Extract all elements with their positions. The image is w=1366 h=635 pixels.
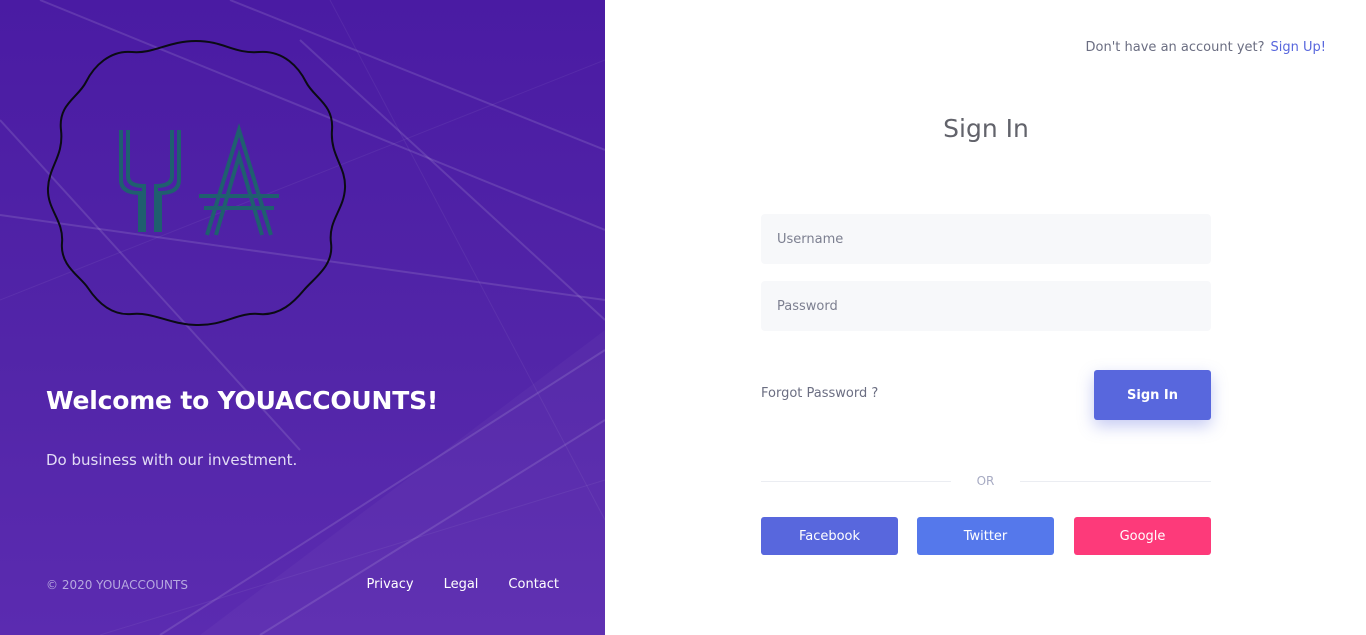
- tagline: Do business with our investment.: [46, 451, 298, 469]
- username-input[interactable]: [761, 214, 1211, 264]
- google-button[interactable]: Google: [1074, 517, 1211, 555]
- signup-prompt: Don't have an account yet? Sign Up!: [1086, 40, 1326, 55]
- signup-link[interactable]: Sign Up!: [1271, 40, 1326, 55]
- divider-line-right: [1020, 481, 1211, 482]
- logo-badge-outline: [46, 39, 347, 327]
- or-divider-label: OR: [976, 474, 995, 488]
- facebook-button[interactable]: Facebook: [761, 517, 898, 555]
- password-input[interactable]: [761, 281, 1211, 331]
- forgot-password-link[interactable]: Forgot Password ?: [761, 386, 878, 401]
- footer-link-privacy[interactable]: Privacy: [367, 577, 414, 592]
- footer-link-contact[interactable]: Contact: [508, 577, 559, 592]
- divider-line-left: [761, 481, 951, 482]
- logo-letters: [119, 123, 279, 236]
- signup-question: Don't have an account yet?: [1085, 40, 1265, 55]
- sign-in-button[interactable]: Sign In: [1094, 370, 1211, 420]
- twitter-button[interactable]: Twitter: [917, 517, 1054, 555]
- logo: [46, 39, 347, 327]
- brand-panel: Welcome to YOUACCOUNTS! Do business with…: [0, 0, 605, 635]
- welcome-heading: Welcome to YOUACCOUNTS!: [46, 386, 439, 415]
- footer-links: Privacy Legal Contact: [367, 577, 560, 592]
- footer-link-legal[interactable]: Legal: [444, 577, 479, 592]
- copyright-text: © 2020 YOUACCOUNTS: [46, 578, 188, 592]
- page-title: Sign In: [943, 114, 1029, 143]
